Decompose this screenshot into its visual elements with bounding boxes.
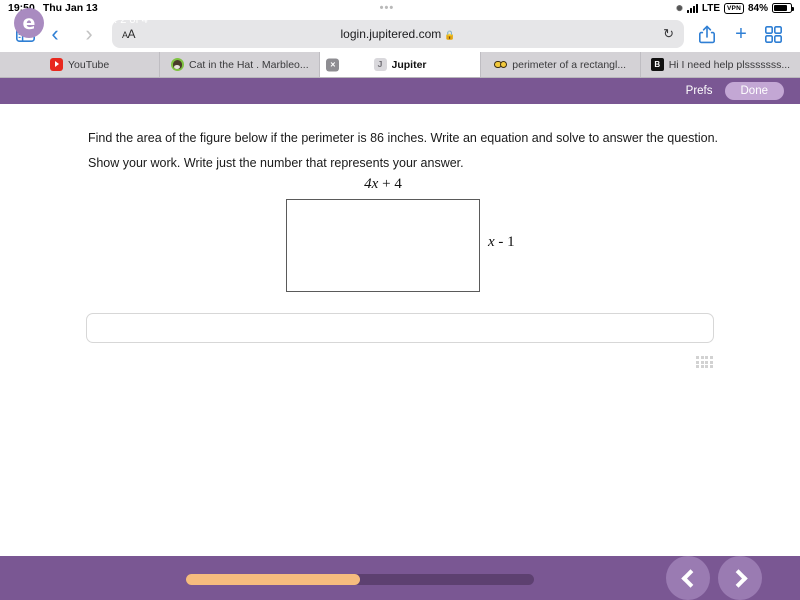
browser-tab[interactable]: B Hi I need help plsssssss... bbox=[640, 52, 800, 77]
tab-grid-icon[interactable] bbox=[758, 25, 788, 43]
url-text: login.jupitered.com 🔒 bbox=[112, 27, 684, 41]
tab-label: Hi I need help plsssssss... bbox=[668, 58, 791, 71]
chevron-left-icon bbox=[680, 568, 700, 588]
resize-grip-icon[interactable] bbox=[696, 356, 713, 369]
brainly-icon: B bbox=[650, 58, 664, 71]
previous-page-button[interactable] bbox=[666, 556, 710, 600]
progress-bar bbox=[186, 574, 534, 585]
answer-input[interactable] bbox=[86, 313, 714, 343]
status-indicators: ✺ LTE VPN 84% bbox=[676, 2, 794, 14]
status-date: Thu Jan 13 bbox=[42, 2, 98, 14]
battery-percent-label: 84% bbox=[747, 2, 768, 14]
rectangle-shape bbox=[286, 199, 480, 292]
prefs-button[interactable]: Prefs bbox=[686, 85, 713, 97]
figure-right-variable: x bbox=[488, 234, 495, 250]
figure-right-operator: - bbox=[494, 234, 508, 250]
tab-label: YouTube bbox=[67, 58, 110, 71]
browser-window: 19:50 Thu Jan 13 ••• ✺ LTE VPN 84% ‹ › A… bbox=[0, 0, 800, 600]
forward-button[interactable]: › bbox=[72, 21, 106, 47]
figure-top-coefficient: 4x bbox=[364, 176, 379, 192]
figure-top-label: 4x + 4 bbox=[286, 176, 480, 193]
cat-icon bbox=[170, 58, 184, 71]
tab-label: Cat in the Hat . Marbleo... bbox=[188, 58, 309, 71]
address-bar[interactable]: AA login.jupitered.com 🔒 ↻ bbox=[112, 20, 684, 48]
browser-tab-active[interactable]: × J Jupiter bbox=[320, 52, 481, 77]
figure-right-constant: 1 bbox=[507, 234, 515, 250]
jupiter-icon: J bbox=[373, 58, 387, 71]
vpn-badge: VPN bbox=[724, 2, 744, 14]
chevron-right-icon bbox=[728, 568, 748, 588]
done-button[interactable]: Done bbox=[724, 82, 784, 100]
figure-top-operator: + bbox=[378, 176, 395, 192]
dynamic-island-dots: ••• bbox=[379, 2, 395, 14]
question-line-1: Find the area of the figure below if the… bbox=[88, 131, 718, 145]
figure-top-constant: 4 bbox=[394, 176, 402, 192]
bluetooth-sync-icon: ✺ bbox=[676, 3, 683, 13]
lock-icon: 🔒 bbox=[444, 30, 456, 40]
tab-label: perimeter of a rectangl... bbox=[512, 58, 627, 71]
assignment-content: Find the area of the figure below if the… bbox=[0, 104, 800, 544]
tab-label: Jupiter bbox=[391, 58, 427, 71]
network-type-label: LTE bbox=[701, 2, 721, 14]
question-line-2: Show your work. Write just the number th… bbox=[88, 156, 464, 170]
tab-strip: YouTube Cat in the Hat . Marbleo... × J … bbox=[0, 52, 800, 78]
status-center: ••• bbox=[98, 2, 676, 14]
jupiter-top-bar: Prefs Done bbox=[0, 78, 800, 104]
url-label: login.jupitered.com bbox=[340, 27, 442, 41]
next-page-button[interactable] bbox=[718, 556, 762, 600]
new-tab-button[interactable]: + bbox=[724, 23, 758, 46]
rectangle-figure: 4x + 4 x - 1 bbox=[286, 176, 515, 292]
jupiter-logo-glyph: e bbox=[22, 11, 36, 34]
browser-tab[interactable]: perimeter of a rectangl... bbox=[480, 52, 641, 77]
eyes-icon bbox=[494, 58, 508, 71]
browser-tab[interactable]: Cat in the Hat . Marbleo... bbox=[160, 52, 321, 77]
figure-right-label: x - 1 bbox=[488, 234, 515, 251]
battery-icon bbox=[772, 3, 794, 13]
share-icon[interactable] bbox=[690, 25, 724, 44]
browser-tab[interactable]: YouTube bbox=[0, 52, 161, 77]
question-text: Find the area of the figure below if the… bbox=[88, 126, 728, 176]
youtube-icon bbox=[49, 58, 63, 71]
jupiter-logo-icon[interactable]: e bbox=[14, 8, 44, 38]
page-indicator: p. 2 of 4 bbox=[108, 14, 148, 26]
reload-icon[interactable]: ↻ bbox=[663, 26, 674, 42]
progress-bar-fill bbox=[186, 574, 360, 585]
cellular-bars-icon bbox=[686, 3, 698, 13]
close-icon[interactable]: × bbox=[326, 58, 340, 71]
